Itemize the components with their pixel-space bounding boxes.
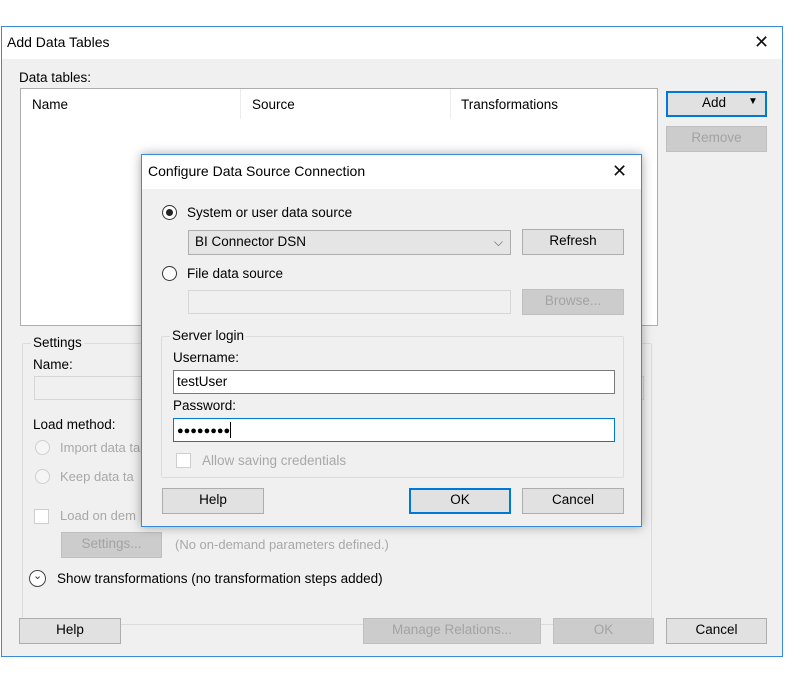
- text-caret: [230, 422, 232, 439]
- load-on-demand-label: Load on dem: [60, 508, 136, 523]
- allow-saving-checkbox[interactable]: [176, 453, 191, 468]
- ok-button[interactable]: OK: [553, 618, 654, 644]
- dropdown-arrow-icon: ▼: [748, 96, 758, 107]
- import-radio-label: Import data ta: [60, 440, 141, 455]
- settings-legend: Settings: [31, 335, 84, 350]
- add-button[interactable]: Add ▼: [666, 91, 767, 117]
- remove-button[interactable]: Remove: [666, 126, 767, 152]
- file-source-radio[interactable]: [162, 266, 177, 281]
- name-label: Name:: [33, 357, 73, 372]
- help-button[interactable]: Help: [19, 618, 121, 644]
- modal-cancel-button[interactable]: Cancel: [522, 488, 624, 514]
- data-tables-label: Data tables:: [19, 70, 92, 85]
- manage-relations-button[interactable]: Manage Relations...: [363, 618, 541, 644]
- modal-titlebar: Configure Data Source Connection ✕: [142, 155, 641, 189]
- password-input[interactable]: ●●●●●●●●: [173, 418, 615, 442]
- dsn-select-value: BI Connector DSN: [195, 234, 307, 249]
- close-icon[interactable]: ✕: [754, 33, 769, 51]
- server-login-legend: Server login: [170, 328, 247, 343]
- column-header-transformations[interactable]: Transformations: [461, 97, 558, 112]
- chevron-down-icon: ⌵: [493, 235, 503, 249]
- file-path-input[interactable]: [188, 290, 511, 314]
- system-source-radio[interactable]: [162, 205, 177, 220]
- column-separator[interactable]: [450, 89, 451, 119]
- load-on-demand-checkbox[interactable]: [34, 509, 49, 524]
- on-demand-note: (No on-demand parameters defined.): [175, 537, 389, 552]
- add-button-label: Add: [702, 95, 727, 110]
- username-label: Username:: [173, 350, 240, 365]
- password-label: Password:: [173, 398, 237, 413]
- close-icon[interactable]: ✕: [612, 162, 627, 180]
- expand-transformations-icon[interactable]: ⌄: [29, 570, 46, 587]
- system-source-label: System or user data source: [187, 205, 353, 220]
- modal-ok-button[interactable]: OK: [409, 488, 511, 514]
- keep-external-radio[interactable]: [35, 469, 50, 484]
- password-masked-value: ●●●●●●●●: [177, 425, 231, 437]
- radio-selected-dot: [166, 209, 173, 216]
- keep-external-radio-label: Keep data ta: [60, 469, 134, 484]
- column-header-name[interactable]: Name: [32, 97, 68, 112]
- modal-help-button[interactable]: Help: [162, 488, 264, 514]
- username-input[interactable]: testUser: [173, 370, 615, 394]
- browse-button[interactable]: Browse...: [522, 289, 624, 315]
- dialog-titlebar: Add Data Tables ✕: [2, 27, 782, 59]
- show-transformations-link[interactable]: Show transformations (no transformation …: [57, 571, 383, 586]
- import-radio[interactable]: [35, 440, 50, 455]
- column-header-source[interactable]: Source: [252, 97, 295, 112]
- dsn-select[interactable]: BI Connector DSN ⌵: [188, 230, 511, 255]
- modal-title: Configure Data Source Connection: [148, 163, 366, 179]
- column-separator[interactable]: [240, 89, 241, 119]
- on-demand-settings-button[interactable]: Settings...: [61, 532, 162, 558]
- refresh-button[interactable]: Refresh: [522, 229, 624, 255]
- configure-data-source-dialog: Configure Data Source Connection ✕ Syste…: [141, 154, 642, 527]
- cancel-button[interactable]: Cancel: [666, 618, 767, 644]
- dialog-title: Add Data Tables: [7, 34, 110, 50]
- server-login-groupbox: Server login Username: testUser Password…: [161, 328, 624, 478]
- allow-saving-label: Allow saving credentials: [202, 453, 347, 468]
- file-source-label: File data source: [187, 266, 284, 281]
- load-method-label: Load method:: [33, 417, 116, 432]
